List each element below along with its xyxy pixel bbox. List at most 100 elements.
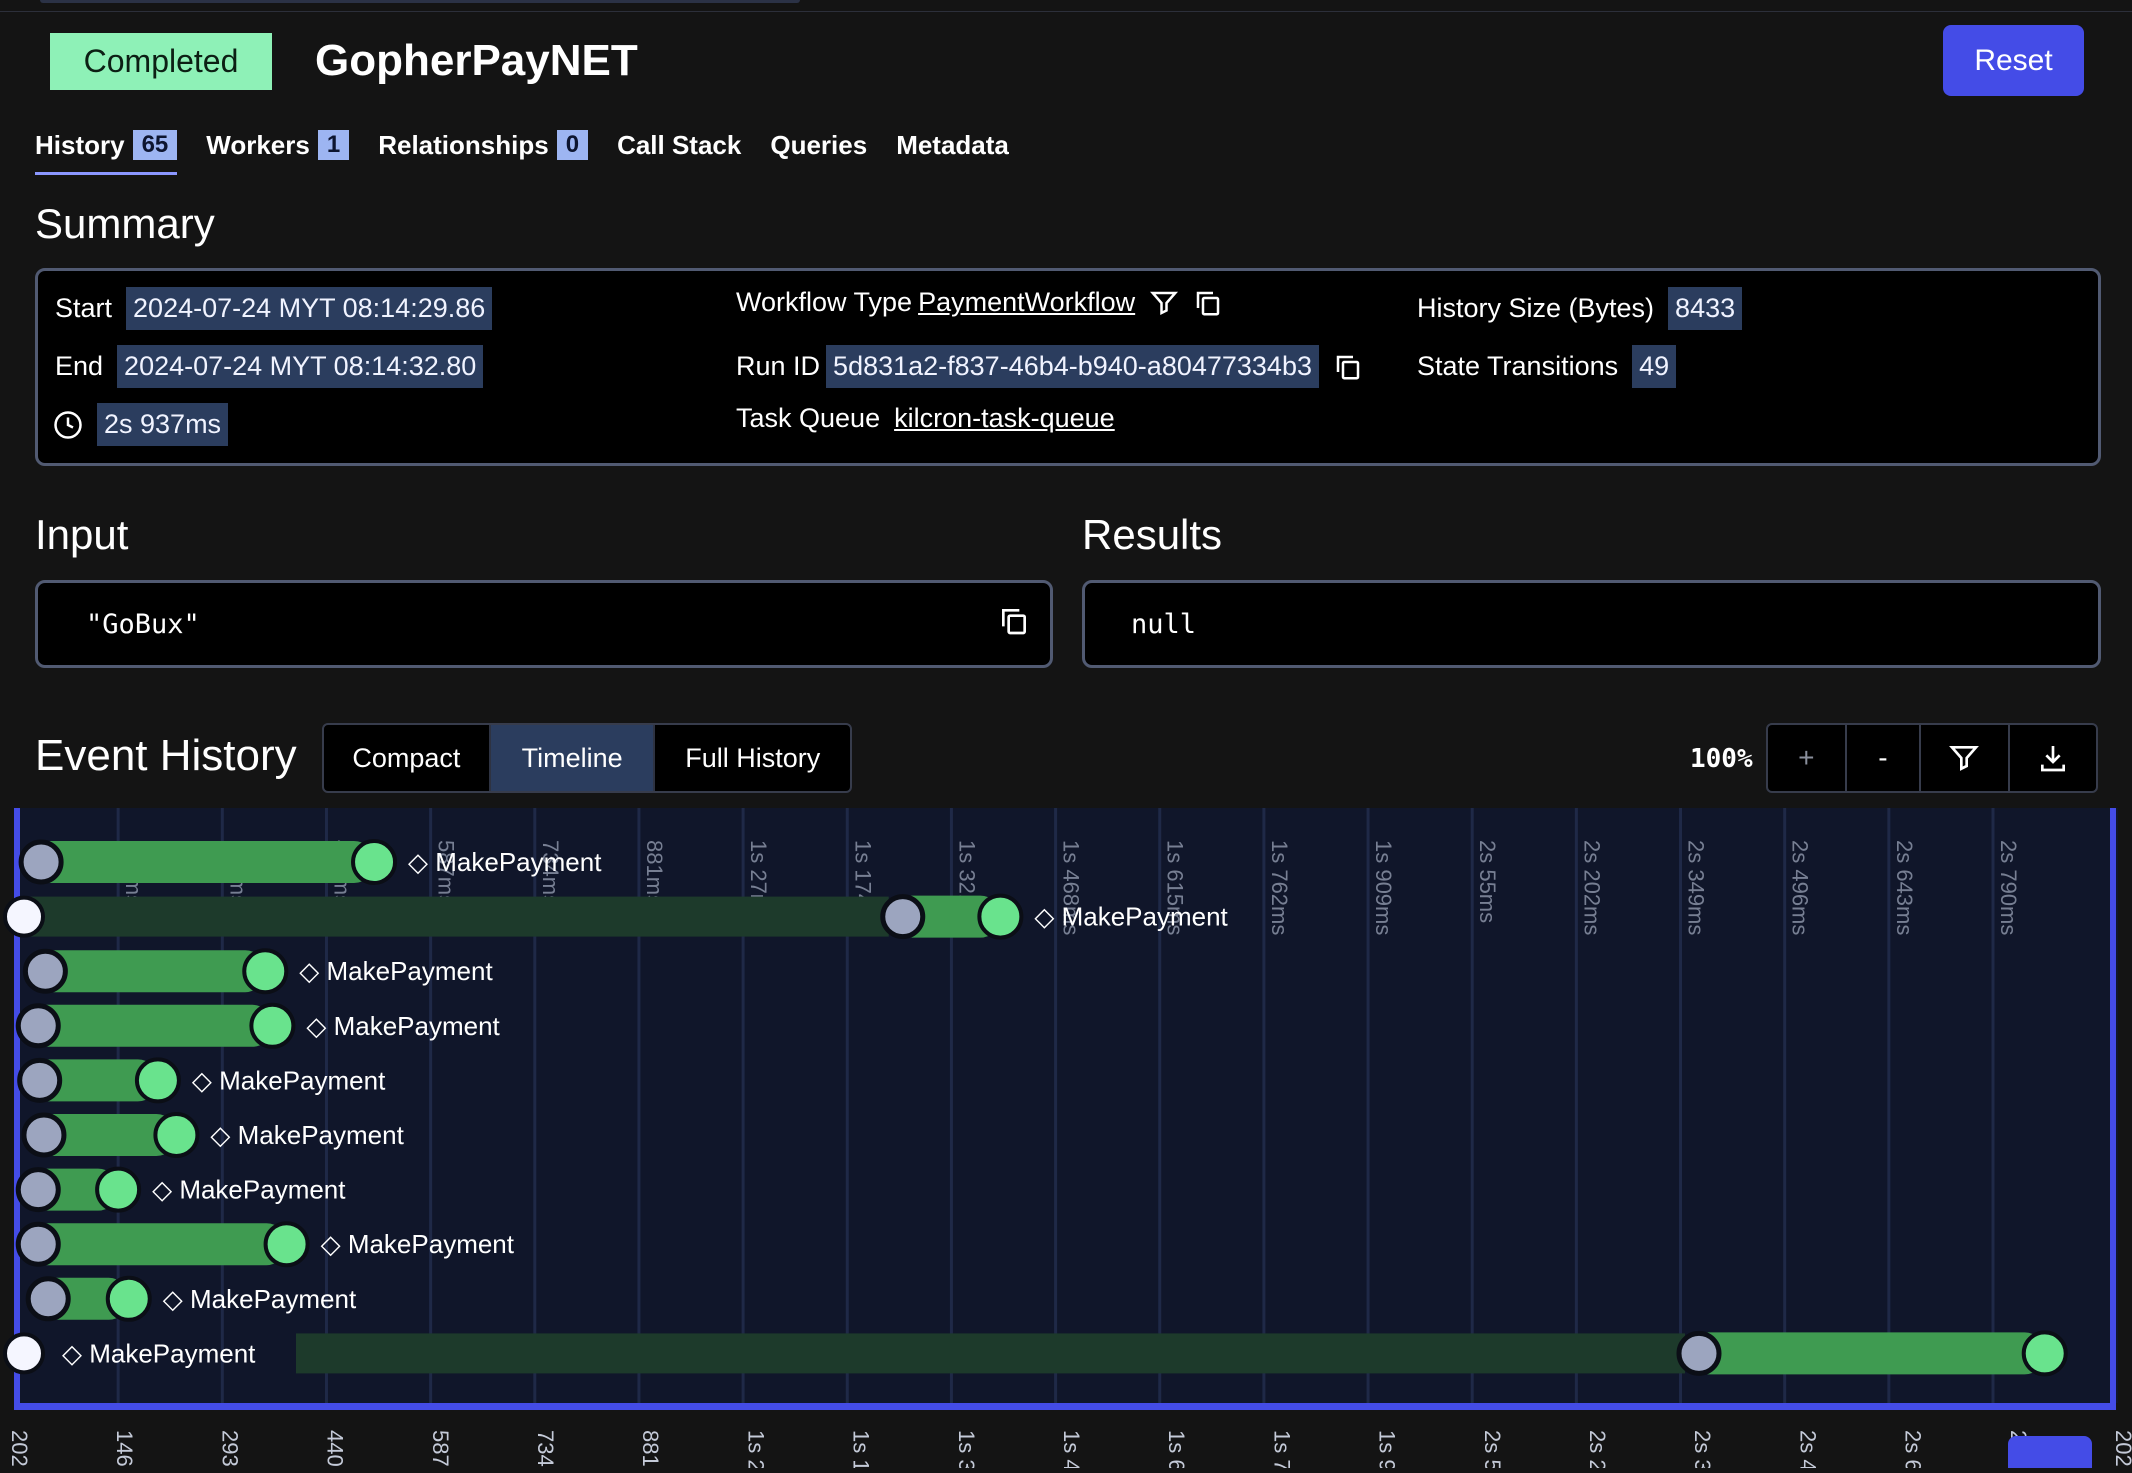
zoom-in-button[interactable]: + (1768, 725, 1847, 791)
tick-label-bottom: 2s 5 (1480, 1430, 1505, 1468)
tab-queries[interactable]: Queries (770, 128, 867, 172)
timeline-svg[interactable]: 146ms293ms440ms587ms734ms881ms1s 27ms1s … (0, 808, 2132, 1473)
tick-label-bottom: 2s 3 (1690, 1430, 1715, 1468)
state-transitions-value: 49 (1632, 345, 1677, 388)
completed-dot (134, 1057, 181, 1104)
completed-dot (249, 1002, 296, 1049)
tick-label-bottom: 2s 6 (1901, 1430, 1926, 1468)
start-value: 2024-07-24 MYT 08:14:29.86 (126, 287, 493, 330)
timeline-toolbar: + - (1766, 723, 2098, 793)
scroll-top-button (2008, 1436, 2092, 1473)
end-row: End 2024-07-24 MYT 08:14:32.80 (55, 345, 484, 388)
tab-count: 1 (317, 130, 350, 160)
activity-label: ◇ MakePayment (62, 1338, 256, 1368)
view-full-history-button[interactable]: Full History (655, 725, 850, 791)
view-timeline-button[interactable]: Timeline (490, 725, 656, 791)
tab-label: Metadata (896, 129, 1009, 160)
workflow-type-link[interactable]: PaymentWorkflow (918, 287, 1135, 318)
tab-relationships[interactable]: Relationships 0 (378, 128, 589, 172)
completed-dot (242, 948, 289, 995)
filter-icon[interactable] (1149, 288, 1179, 318)
top-divider (0, 11, 2132, 12)
filter-icon (1948, 742, 1980, 774)
view-compact-button[interactable]: Compact (324, 725, 491, 791)
tick-label-top: 881ms (642, 840, 667, 906)
completed-dot (263, 1221, 310, 1268)
start-row: Start 2024-07-24 MYT 08:14:29.86 (55, 287, 493, 330)
activity-label: ◇ MakePayment (192, 1065, 386, 1095)
results-heading: Results (1082, 511, 1223, 558)
activity-label: ◇ MakePayment (163, 1284, 357, 1314)
tab-call-stack[interactable]: Call Stack (617, 128, 741, 172)
timeline-right-border (2110, 808, 2116, 1409)
activity-wait-bar (296, 1333, 1685, 1374)
tick-label-bottom: 881 (638, 1430, 663, 1467)
zoom-level: 100% (1690, 744, 1753, 774)
filter-button[interactable] (1921, 725, 2010, 791)
tab-metadata[interactable]: Metadata (896, 128, 1009, 172)
started-dot (1676, 1330, 1722, 1376)
clock-icon (53, 410, 83, 440)
duration-value: 2s 937ms (97, 403, 229, 446)
status-badge: Completed (50, 33, 272, 90)
input-code-block[interactable]: "GoBux" (35, 580, 1053, 668)
completed-dot (95, 1166, 142, 1213)
copy-icon[interactable] (1333, 352, 1363, 382)
reset-button[interactable]: Reset (1943, 25, 2084, 96)
timeline-chart[interactable]: 146ms293ms440ms587ms734ms881ms1s 27ms1s … (0, 808, 2132, 1473)
page-title: GopherPayNET (315, 36, 638, 85)
history-size-row: History Size (Bytes) 8433 (1417, 287, 1743, 330)
completed-dot (153, 1112, 200, 1158)
end-value: 2024-07-24 MYT 08:14:32.80 (117, 345, 484, 388)
activity-label: ◇ MakePayment (408, 847, 602, 877)
started-dot (17, 1057, 63, 1103)
tick-label-bottom: 587 (428, 1430, 453, 1467)
scheduled-dot (3, 1332, 45, 1375)
run-id-value: 5d831a2-f837-46b4-b940-a80477334b3 (826, 345, 1319, 388)
task-queue-link[interactable]: kilcron-task-queue (894, 403, 1115, 434)
tab-history[interactable]: History 65 (35, 128, 178, 175)
started-dot (25, 1276, 71, 1322)
tick-label-bottom: 1s 4 (1059, 1430, 1084, 1468)
completed-dot (105, 1275, 152, 1322)
input-value: "GoBux" (86, 608, 200, 640)
copy-icon[interactable] (998, 605, 1030, 637)
activity-bar (27, 841, 375, 883)
activity-label: ◇ MakePayment (152, 1175, 346, 1205)
started-dot (15, 1003, 61, 1049)
tick-label-top: 2s 349ms (1684, 840, 1709, 935)
history-size-value: 8433 (1668, 287, 1743, 330)
top-scroll-indicator (40, 0, 800, 3)
tick-label-top: 1s 909ms (1371, 840, 1396, 935)
activity-label: ◇ MakePayment (306, 1011, 500, 1041)
tick-label-bottom: 1s 3 (954, 1430, 979, 1468)
tick-label-top: 1s 762ms (1267, 840, 1292, 935)
download-button[interactable] (2010, 725, 2096, 791)
tab-label: Workers (206, 129, 310, 160)
tab-count: 65 (132, 130, 178, 160)
view-switcher: Compact Timeline Full History (322, 723, 852, 793)
start-label: Start (55, 293, 113, 323)
state-transitions-row: State Transitions 49 (1417, 345, 1677, 388)
timeline-bottom-border (14, 1403, 2116, 1410)
tab-label: Relationships (378, 129, 549, 160)
started-dot (18, 839, 64, 885)
completed-dot (351, 839, 398, 885)
tick-label-top: 2s 202ms (1579, 840, 1604, 935)
results-value: null (1131, 608, 1197, 640)
activity-label: ◇ MakePayment (210, 1120, 404, 1150)
copy-icon[interactable] (1193, 288, 1223, 318)
zoom-out-button[interactable]: - (1847, 725, 1922, 791)
completed-dot (977, 893, 1024, 940)
tick-label-top: 2s 643ms (1892, 840, 1917, 935)
tick-label-bottom: 146 (112, 1430, 137, 1467)
tab-workers[interactable]: Workers 1 (206, 128, 350, 172)
tick-label-bottom: 1s 7 (1269, 1430, 1294, 1468)
started-dot (21, 1112, 67, 1158)
duration-row: 2s 937ms (53, 403, 229, 446)
results-code-block[interactable]: null (1082, 580, 2101, 668)
tab-label: Call Stack (617, 129, 742, 160)
workflow-type-row: Workflow Type PaymentWorkflow (736, 287, 1223, 318)
scheduled-dot (3, 895, 45, 938)
run-id-row: Run ID 5d831a2-f837-46b4-b940-a80477334b… (736, 345, 1363, 388)
